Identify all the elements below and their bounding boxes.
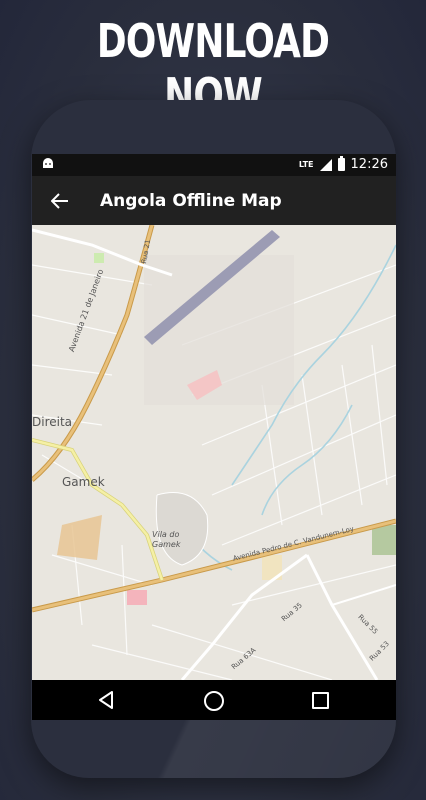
lte-indicator: LTE <box>298 160 314 169</box>
label-direita: Direita <box>32 415 73 429</box>
nav-home-icon[interactable] <box>204 691 224 711</box>
signal-icon <box>319 158 332 171</box>
arrow-back-icon <box>51 192 68 209</box>
battery-icon <box>337 156 345 171</box>
phone-screen: LTE 12:26 Angola Offline Map Direita Gam… <box>32 154 396 720</box>
nav-back-icon[interactable] <box>98 691 114 709</box>
label-vila-do-gamek: Vila do Gamek <box>152 530 181 549</box>
back-button[interactable] <box>32 176 88 225</box>
app-bar: Angola Offline Map <box>32 176 396 225</box>
android-icon <box>43 158 53 168</box>
nav-bar <box>32 680 396 720</box>
app-title: Angola Offline Map <box>100 190 282 211</box>
status-bar: LTE 12:26 <box>32 154 396 176</box>
nav-recents-icon[interactable] <box>312 692 329 709</box>
label-gamek: Gamek <box>62 475 105 489</box>
clock: 12:26 <box>350 157 388 172</box>
map-view[interactable]: Direita Gamek Vila do Gamek Avenida 21 d… <box>32 225 396 680</box>
